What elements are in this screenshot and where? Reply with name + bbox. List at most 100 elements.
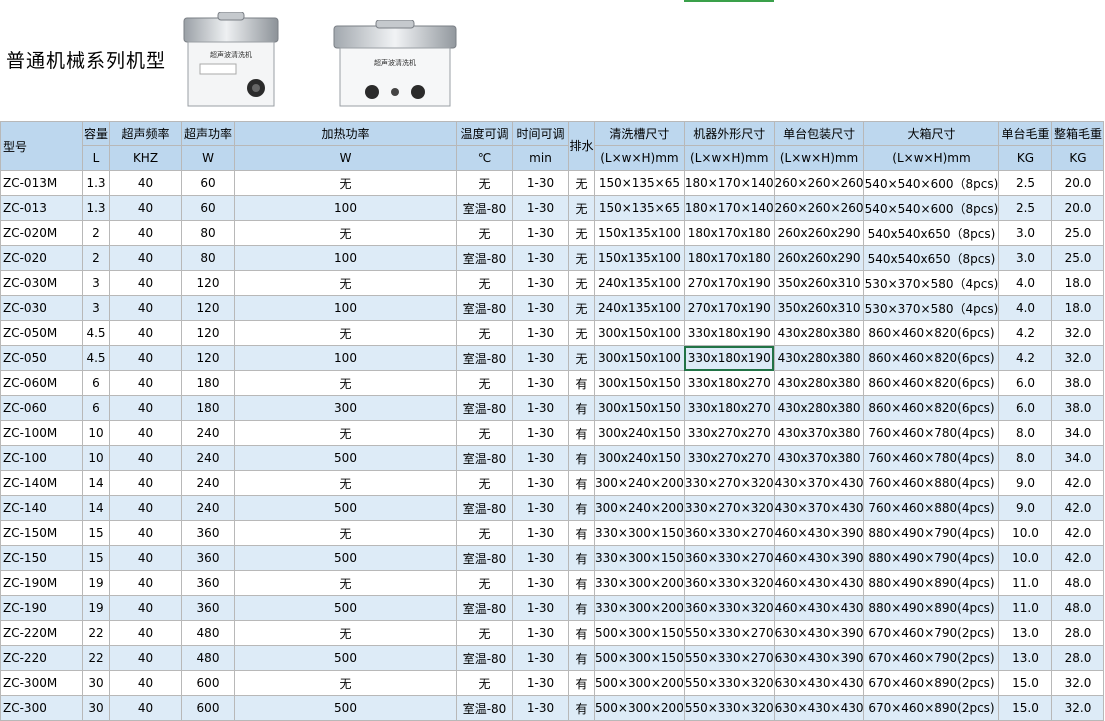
cell-frequency[interactable]: 40	[109, 595, 182, 621]
cell-tank-size[interactable]: 300x150x150	[594, 370, 685, 396]
cell-pack-size[interactable]: 260×260×260	[773, 170, 865, 196]
cell-tank-size[interactable]: 330×300×200	[594, 595, 685, 621]
cell-machine-size[interactable]: 180x170x180	[683, 220, 775, 246]
cell-machine-size[interactable]: 180x170x180	[683, 245, 775, 271]
cell-heating[interactable]: 500	[234, 645, 457, 671]
cell-drain[interactable]: 有	[568, 420, 595, 446]
cell-carton-size[interactable]: 860×460×820(6pcs)	[863, 320, 1000, 346]
cell-frequency[interactable]: 40	[109, 695, 182, 721]
cell-time[interactable]: 1-30	[512, 245, 569, 271]
header-time[interactable]: 时间可调	[512, 121, 569, 146]
cell-frequency[interactable]: 40	[109, 270, 182, 296]
cell-tank-size[interactable]: 500×300×200	[594, 695, 685, 721]
cell-model[interactable]: ZC-020M	[0, 220, 83, 246]
cell-carton-size[interactable]: 540×540×600（8pcs)	[863, 170, 1000, 196]
cell-model[interactable]: ZC-050M	[0, 320, 83, 346]
cell-frequency[interactable]: 40	[109, 345, 182, 371]
cell-power[interactable]: 180	[181, 395, 235, 421]
cell-pack-size[interactable]: 350x260x310	[773, 295, 865, 321]
cell-power[interactable]: 240	[181, 445, 235, 471]
header-carton-size[interactable]: 大箱尺寸	[863, 121, 1000, 146]
header-machine-size[interactable]: 机器外形尺寸	[683, 121, 775, 146]
cell-power[interactable]: 600	[181, 695, 235, 721]
cell-carton-weight[interactable]: 25.0	[1051, 220, 1105, 246]
cell-pack-size[interactable]: 350x260x310	[773, 270, 865, 296]
cell-carton-weight[interactable]: 42.0	[1051, 545, 1105, 571]
cell-model[interactable]: ZC-300	[0, 695, 83, 721]
cell-frequency[interactable]: 40	[109, 245, 182, 271]
cell-time[interactable]: 1-30	[512, 470, 569, 496]
cell-pack-size[interactable]: 260x260x290	[773, 245, 865, 271]
cell-temp[interactable]: 无	[456, 220, 513, 246]
cell-frequency[interactable]: 40	[109, 495, 182, 521]
header-model[interactable]: 型号	[0, 121, 83, 171]
cell-machine-size[interactable]: 330x270x270	[683, 420, 775, 446]
cell-capacity[interactable]: 6	[82, 395, 110, 421]
cell-time[interactable]: 1-30	[512, 645, 569, 671]
cell-machine-size[interactable]: 360×330×320	[683, 570, 775, 596]
cell-capacity[interactable]: 1.3	[82, 170, 110, 196]
header-unit-tank-size[interactable]: (L×w×H)mm	[594, 145, 685, 171]
cell-capacity[interactable]: 3	[82, 295, 110, 321]
cell-tank-size[interactable]: 150x135x100	[594, 245, 685, 271]
cell-drain[interactable]: 无	[568, 245, 595, 271]
cell-model[interactable]: ZC-100	[0, 445, 83, 471]
cell-tank-size[interactable]: 500×300×200	[594, 670, 685, 696]
cell-capacity[interactable]: 22	[82, 620, 110, 646]
cell-model[interactable]: ZC-050	[0, 345, 83, 371]
cell-tank-size[interactable]: 300x240x150	[594, 445, 685, 471]
cell-capacity[interactable]: 30	[82, 695, 110, 721]
cell-carton-weight[interactable]: 42.0	[1051, 520, 1105, 546]
cell-model[interactable]: ZC-013	[0, 195, 83, 221]
cell-time[interactable]: 1-30	[512, 620, 569, 646]
cell-carton-size[interactable]: 540×540×600（8pcs)	[863, 195, 1000, 221]
cell-heating[interactable]: 100	[234, 295, 457, 321]
cell-time[interactable]: 1-30	[512, 345, 569, 371]
cell-carton-weight[interactable]: 38.0	[1051, 395, 1105, 421]
cell-pack-size[interactable]: 430x370x380	[773, 420, 865, 446]
cell-carton-weight[interactable]: 32.0	[1051, 345, 1105, 371]
cell-model[interactable]: ZC-300M	[0, 670, 83, 696]
cell-capacity[interactable]: 15	[82, 520, 110, 546]
cell-time[interactable]: 1-30	[512, 670, 569, 696]
cell-temp[interactable]: 室温-80	[456, 295, 513, 321]
cell-time[interactable]: 1-30	[512, 195, 569, 221]
cell-power[interactable]: 360	[181, 595, 235, 621]
cell-power[interactable]: 120	[181, 270, 235, 296]
cell-time[interactable]: 1-30	[512, 695, 569, 721]
cell-carton-size[interactable]: 670×460×890(2pcs)	[863, 695, 1000, 721]
cell-temp[interactable]: 无	[456, 470, 513, 496]
cell-machine-size[interactable]: 330x180x270	[683, 370, 775, 396]
cell-carton-weight[interactable]: 18.0	[1051, 295, 1105, 321]
cell-heating[interactable]: 无	[234, 220, 457, 246]
cell-heating[interactable]: 无	[234, 420, 457, 446]
cell-heating[interactable]: 500	[234, 545, 457, 571]
cell-heating[interactable]: 无	[234, 520, 457, 546]
cell-time[interactable]: 1-30	[512, 395, 569, 421]
cell-pack-size[interactable]: 260×260×260	[773, 195, 865, 221]
cell-capacity[interactable]: 4.5	[82, 345, 110, 371]
cell-drain[interactable]: 有	[568, 645, 595, 671]
cell-capacity[interactable]: 10	[82, 445, 110, 471]
cell-power[interactable]: 120	[181, 320, 235, 346]
cell-time[interactable]: 1-30	[512, 270, 569, 296]
cell-machine-size[interactable]: 550×330×320	[683, 670, 775, 696]
cell-carton-size[interactable]: 530×370×580（4pcs)	[863, 270, 1000, 296]
cell-machine-size[interactable]: 360×330×320	[683, 595, 775, 621]
cell-carton-size[interactable]: 530×370×580（4pcs)	[863, 295, 1000, 321]
cell-machine-size[interactable]: 330x180x190	[683, 345, 775, 371]
cell-temp[interactable]: 室温-80	[456, 395, 513, 421]
cell-temp[interactable]: 室温-80	[456, 545, 513, 571]
cell-drain[interactable]: 无	[568, 195, 595, 221]
cell-carton-weight[interactable]: 38.0	[1051, 370, 1105, 396]
cell-unit-weight[interactable]: 9.0	[998, 470, 1053, 496]
cell-power[interactable]: 480	[181, 645, 235, 671]
cell-unit-weight[interactable]: 6.0	[998, 370, 1053, 396]
cell-model[interactable]: ZC-150M	[0, 520, 83, 546]
cell-pack-size[interactable]: 430x280x380	[773, 345, 865, 371]
cell-time[interactable]: 1-30	[512, 445, 569, 471]
header-capacity[interactable]: 容量	[82, 121, 110, 146]
cell-machine-size[interactable]: 180×170×140	[683, 195, 775, 221]
cell-time[interactable]: 1-30	[512, 370, 569, 396]
cell-unit-weight[interactable]: 4.2	[998, 345, 1053, 371]
